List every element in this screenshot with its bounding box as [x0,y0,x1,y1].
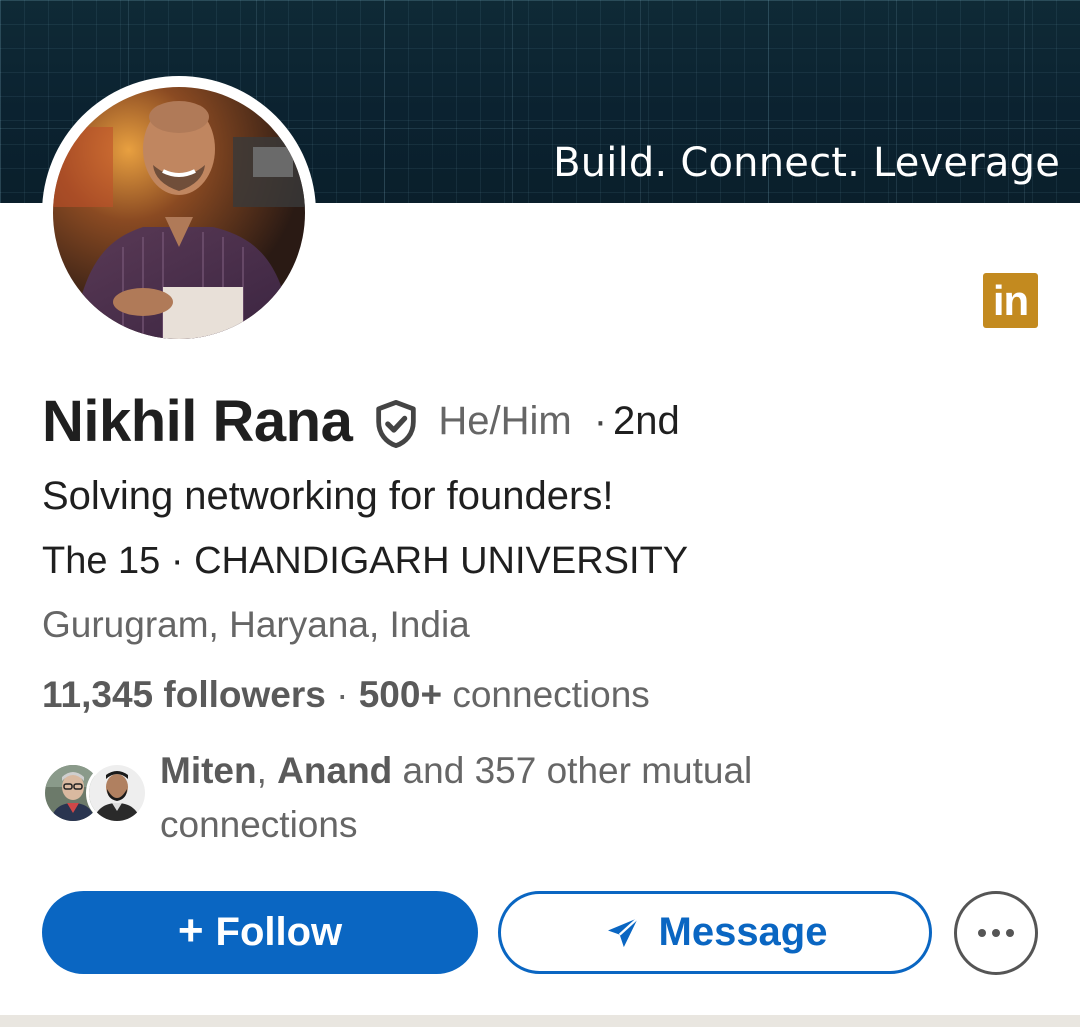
follow-label: Follow [215,910,343,954]
profile-name: Nikhil Rana [42,388,353,454]
mutual-person-2-icon [89,765,145,821]
connections-label: connections [442,674,650,715]
more-options-button[interactable] [954,891,1038,975]
section-divider [0,1015,1080,1027]
follow-button[interactable]: + Follow [42,891,478,974]
banner-tagline: Build. Connect. Leverage [553,140,1060,186]
message-label: Message [658,910,828,954]
stats-separator: · [325,674,359,715]
pronouns: He/Him [438,398,572,443]
mutual-comma: , [256,750,278,791]
plus-icon: + [177,905,204,955]
mutual-connections[interactable]: Miten, Anand and 357 other mutual connec… [160,744,880,852]
profile-headline: Solving networking for founders! [42,474,614,518]
profile-organization[interactable]: The 15 · CHANDIGARH UNIVERSITY [42,540,688,583]
more-horizontal-icon-dot-1 [978,929,986,937]
profile-location: Gurugram, Haryana, India [42,604,470,645]
profile-stats: 11,345 followers · 500+ connections [42,674,650,716]
more-horizontal-icon-dot-2 [992,929,1000,937]
profile-photo-icon [53,87,305,339]
degree-separator: · [593,398,608,443]
mutual-avatars[interactable] [42,762,152,828]
send-icon [607,916,639,947]
connection-degree: 2nd [613,398,680,443]
mutual-avatar-2 [86,762,148,824]
mutual-name-2: Anand [277,750,393,791]
more-horizontal-icon-dot-3 [1006,929,1014,937]
verified-shield-icon[interactable] [370,398,422,450]
mutual-name-1: Miten [160,750,257,791]
connections-count[interactable]: 500+ [359,674,442,715]
message-button[interactable]: Message [498,891,932,974]
followers-count[interactable]: 11,345 followers [42,674,326,715]
linkedin-badge: in [983,273,1038,328]
profile-avatar[interactable] [53,87,305,339]
linkedin-logo-icon: in [992,277,1029,324]
name-row: Nikhil Rana He/Him · 2nd [42,386,680,456]
